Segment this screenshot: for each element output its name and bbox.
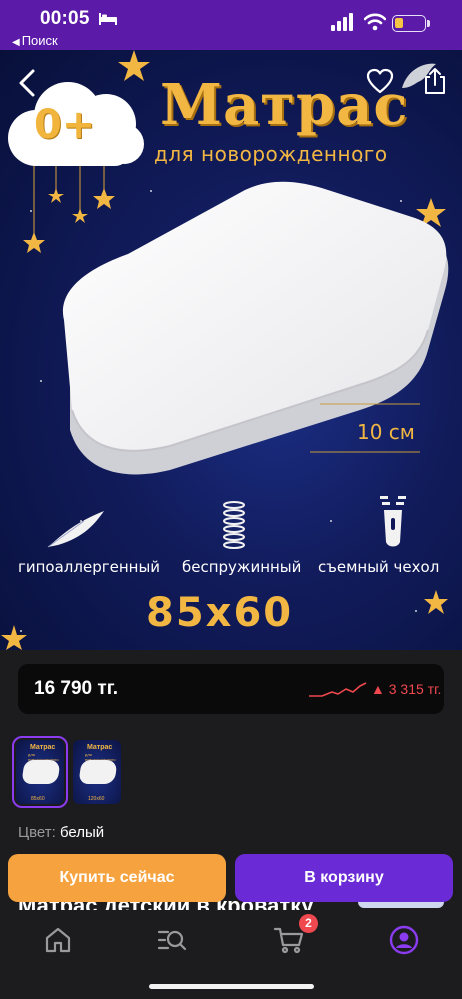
cellular-signal-icon <box>331 13 353 31</box>
status-bar: 00:05 ◀ Поиск <box>0 0 462 50</box>
wifi-icon <box>364 13 386 31</box>
back-arrow-icon[interactable] <box>16 68 38 98</box>
cart-count-badge: 2 <box>299 914 318 933</box>
status-time: 00:05 <box>40 8 90 29</box>
price-card[interactable]: 16 790 тг. ▲ 3 315 тг. <box>18 664 444 714</box>
color-label: Цвет: <box>18 824 56 841</box>
back-to-search-label: Поиск <box>21 33 58 48</box>
battery-icon <box>392 15 426 32</box>
add-to-cart-button[interactable]: В корзину <box>235 854 453 902</box>
back-to-search-link[interactable]: ◀ Поиск <box>12 33 58 48</box>
battery-cap <box>427 20 430 27</box>
color-value: белый <box>59 824 105 841</box>
price-value: 16 790 тг. <box>34 678 118 699</box>
thumbnail-mattress <box>78 760 118 784</box>
thumbnail-85x60[interactable]: Матрас для новорожденного 85x60 <box>12 736 68 808</box>
sleep-mode-icon <box>99 13 117 25</box>
buy-now-button[interactable]: Купить сейчас <box>8 854 226 902</box>
zipper-icon <box>380 496 406 547</box>
thumbnail-120x60[interactable]: Матрас для новорожденного 120x60 <box>73 740 121 804</box>
share-icon[interactable] <box>422 66 448 96</box>
heart-icon[interactable] <box>366 68 394 94</box>
thumbnail-size: 120x60 <box>88 796 105 802</box>
feature-removable-cover: съемный чехол <box>318 558 440 576</box>
home-icon[interactable] <box>42 924 74 956</box>
feather-icon <box>47 511 104 548</box>
thumbnail-mattress <box>21 760 61 784</box>
thumbnail-title: Матрас <box>87 744 113 751</box>
price-change: ▲ 3 315 тг. <box>371 681 442 697</box>
feature-springless: беспружинный <box>182 558 302 576</box>
thickness-label: 10 см <box>357 420 415 444</box>
feature-hypoallergenic: гипоаллергенный <box>18 558 161 576</box>
catalog-search-icon[interactable] <box>156 924 188 956</box>
home-indicator <box>149 984 314 989</box>
bottom-navigation: 2 <box>0 910 462 999</box>
back-triangle-icon: ◀ <box>12 37 20 48</box>
battery-level <box>395 18 403 28</box>
price-trend-sparkline <box>309 682 367 697</box>
spring-icon <box>223 501 245 549</box>
thumbnail-title: Матрас <box>30 744 56 751</box>
profile-icon[interactable] <box>388 924 420 956</box>
dimension-label: 85x60 <box>146 590 294 636</box>
product-image[interactable]: 0+ Матрас для новорожденного 10 см гипоа… <box>0 50 462 650</box>
thumbnail-size: 85x60 <box>31 796 45 802</box>
color-option: Цвет: белый <box>18 824 104 841</box>
